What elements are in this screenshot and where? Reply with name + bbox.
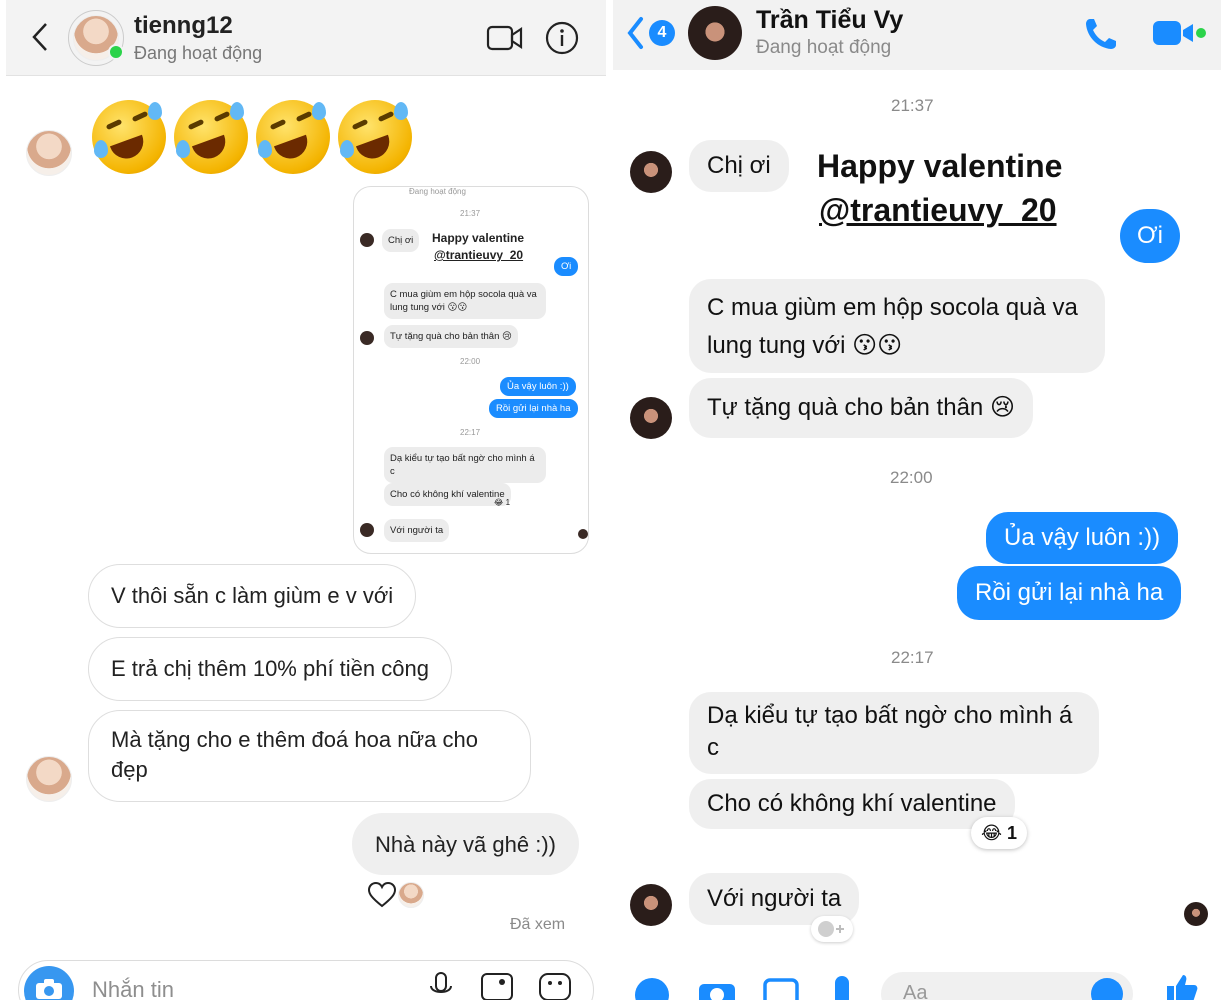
laughing-emoji-icon	[174, 100, 248, 174]
message-line: đẹp	[111, 757, 148, 782]
seen-avatar	[1184, 902, 1208, 926]
menu-button-icon[interactable]	[635, 978, 669, 1000]
message-line: C mua giùm em hộp socola quà va	[707, 294, 1078, 321]
add-reaction-button[interactable]	[811, 916, 853, 942]
message-bubble[interactable]: Chị ơi	[689, 140, 789, 192]
mini-bubble: Cho có không khí valentine	[384, 483, 511, 506]
sender-avatar	[630, 397, 672, 439]
seen-label: Đã xem	[510, 916, 566, 933]
message-bubble[interactable]: E trả chị thêm 10% phí tiền công	[88, 637, 452, 701]
mini-avatar	[360, 233, 374, 247]
chat-header: 4 Trần Tiểu Vy Đang hoạt động	[613, 0, 1221, 70]
sender-avatar	[630, 884, 672, 926]
message-bubble[interactable]: Cho có không khí valentine	[689, 779, 1015, 829]
mini-time: 22:17	[460, 428, 481, 437]
mini-time: 22:00	[460, 357, 481, 366]
mini-bubble: Tự tặng quà cho bản thân 😢	[384, 325, 518, 348]
mini-caption-2: @trantieuvy_20	[434, 248, 524, 262]
camera-icon[interactable]	[697, 978, 737, 1000]
message-bubble[interactable]: C mua giùm em hộp socola quà va lung tun…	[689, 279, 1105, 373]
status-text: Đang hoạt động	[134, 43, 263, 63]
mini-bubble: Với người ta	[384, 519, 450, 542]
sender-avatar	[630, 151, 672, 193]
mini-bubble: Dạ kiểu tự tạo bất ngờ cho mình á c	[384, 447, 546, 483]
own-message-bubble[interactable]: Ủa vậy luôn :))	[986, 512, 1179, 564]
unread-badge[interactable]: 4	[649, 20, 675, 46]
mini-reply: Ủa vậy luôn :))	[500, 377, 576, 396]
message-line: Dạ kiểu tự tạo bất ngờ cho mình á	[707, 702, 1073, 729]
message-bubble[interactable]: Tự tặng quà cho bản thân 😢	[689, 378, 1033, 438]
laughing-emoji-icon	[338, 100, 412, 174]
story-caption-mention[interactable]: @trantieuvy_20	[819, 192, 1057, 229]
mini-caption-1: Happy valentine	[432, 231, 525, 245]
username[interactable]: tienng12	[134, 12, 233, 40]
sender-avatar	[26, 756, 72, 802]
microphone-icon[interactable]	[428, 972, 454, 1000]
input-placeholder: Aa	[903, 982, 928, 1000]
emoji-icon[interactable]	[1091, 978, 1123, 1000]
image-icon[interactable]	[763, 978, 799, 1000]
mini-status: Đang hoạt động	[409, 187, 466, 196]
reaction-count: 1	[1007, 823, 1018, 843]
avatar[interactable]	[688, 6, 742, 60]
timestamp: 22:17	[891, 648, 934, 667]
chat-header: tienng12 Đang hoạt động	[6, 0, 606, 76]
laughing-emoji-icon	[92, 100, 166, 174]
laughing-emoji-icon	[256, 100, 330, 174]
message-bubble[interactable]: Dạ kiểu tự tạo bất ngờ cho mình á c	[689, 692, 1099, 774]
shared-screenshot-image[interactable]: Đang hoạt động 21:37 Chị ơi Happy valent…	[353, 186, 589, 554]
mini-reply: Ơi	[554, 257, 579, 276]
info-icon[interactable]	[544, 20, 580, 56]
message-input[interactable]: Nhắn tin	[92, 977, 174, 1000]
message-line: Mà tặng cho e thêm đoá hoa nữa cho	[111, 727, 478, 752]
messenger-chat-panel: 4 Trần Tiểu Vy Đang hoạt động 21:37 Chị …	[613, 0, 1221, 1000]
back-icon[interactable]	[30, 22, 50, 52]
add-reaction-icon	[818, 921, 844, 937]
mini-time: 21:37	[460, 209, 481, 218]
sender-avatar	[26, 130, 72, 176]
sticker-icon[interactable]	[538, 972, 572, 1000]
status-text: Đang hoạt động	[756, 37, 892, 58]
mini-seen-avatar	[578, 529, 588, 539]
heart-icon[interactable]	[368, 882, 396, 908]
contact-name[interactable]: Trần Tiểu Vy	[756, 6, 903, 35]
timestamp: 21:37	[891, 96, 934, 115]
mini-reply: Rồi gửi lại nhà ha	[489, 399, 578, 418]
own-message-bubble[interactable]: Rồi gửi lại nhà ha	[957, 566, 1182, 620]
message-line: lung tung với 😗😗	[707, 332, 903, 359]
story-caption-line1: Happy valentine	[817, 148, 1063, 184]
video-call-icon[interactable]	[486, 24, 524, 52]
mini-bubble: Chị ơi	[382, 229, 420, 252]
phone-icon[interactable]	[1083, 16, 1119, 52]
mini-bubble: C mua giùm em hộp socola quà va lung tun…	[384, 283, 546, 319]
camera-icon	[36, 979, 62, 999]
message-bubble[interactable]: V thôi sẵn c làm giùm e v với	[88, 564, 417, 628]
message-input[interactable]: Aa	[881, 972, 1133, 1000]
reactor-avatar	[398, 882, 424, 908]
reaction-badge[interactable]: 😂 1	[971, 817, 1027, 849]
mini-reaction: 😂 1	[494, 498, 511, 507]
message-bubble[interactable]: Mà tặng cho e thêm đoá hoa nữa cho đẹp	[88, 710, 531, 802]
mini-avatar	[360, 523, 374, 537]
own-message-bubble[interactable]: Nhà này vã ghê :))	[352, 813, 579, 875]
back-icon[interactable]	[625, 16, 645, 50]
mini-avatar	[360, 331, 374, 345]
online-indicator	[108, 44, 124, 60]
gallery-icon[interactable]	[480, 972, 514, 1000]
instagram-chat-panel: tienng12 Đang hoạt động Đang hoạt động 2…	[0, 0, 610, 1000]
timestamp: 22:00	[890, 468, 933, 487]
own-message-bubble[interactable]: Ơi	[1120, 209, 1180, 263]
laughing-emoji-icon: 😂	[980, 823, 1002, 843]
microphone-icon[interactable]	[835, 976, 849, 1000]
like-icon[interactable]	[1163, 972, 1199, 1000]
video-call-icon[interactable]	[1151, 18, 1211, 48]
message-line: c	[707, 734, 719, 761]
